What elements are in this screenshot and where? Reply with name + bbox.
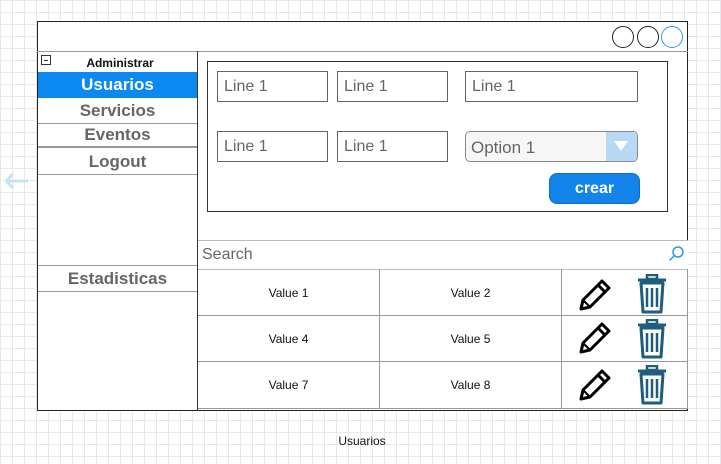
select-value: Option 1	[471, 138, 536, 157]
table-cell: Value 2	[450, 286, 491, 300]
option-select[interactable]: Option 1	[465, 131, 638, 162]
sidebar-item-eventos[interactable]: Eventos	[38, 124, 197, 148]
arrow-left-icon	[4, 172, 28, 190]
collapse-icon[interactable]	[41, 55, 51, 65]
text-field-1[interactable]: Line 1	[217, 71, 328, 102]
maximize-button[interactable]	[637, 26, 659, 48]
sidebar-item-estadisticas[interactable]: Estadisticas	[38, 266, 197, 292]
trash-icon[interactable]	[637, 319, 667, 359]
table-divider	[198, 361, 688, 362]
text-field-2[interactable]: Line 1	[337, 71, 448, 102]
chevron-down-icon	[606, 132, 637, 161]
search-icon[interactable]	[668, 246, 684, 262]
table-divider	[687, 269, 688, 409]
close-button[interactable]	[661, 26, 683, 48]
search-bar[interactable]	[198, 240, 688, 270]
table-divider	[198, 315, 688, 316]
trash-icon[interactable]	[637, 274, 667, 314]
table-cell: Value 1	[268, 286, 309, 300]
table-cell: Value 4	[268, 332, 309, 346]
text-field-5[interactable]: Line 1	[337, 131, 448, 162]
pencil-icon[interactable]	[578, 321, 612, 355]
text-field-3[interactable]: Line 1	[465, 71, 638, 102]
table-cell: Value 5	[450, 332, 491, 346]
sidebar-item-servicios[interactable]: Servicios	[38, 100, 197, 124]
table-divider	[561, 269, 562, 409]
pencil-icon[interactable]	[578, 368, 612, 402]
trash-icon[interactable]	[637, 365, 667, 405]
table-cell: Value 7	[268, 378, 309, 392]
page-caption: Usuarios	[338, 434, 386, 448]
create-button[interactable]: crear	[549, 173, 640, 204]
sidebar-item-usuarios[interactable]: Usuarios	[38, 72, 197, 98]
text-field-4[interactable]: Line 1	[217, 131, 328, 162]
search-input[interactable]: Search	[202, 246, 253, 264]
table-cell: Value 8	[450, 378, 491, 392]
table-divider	[198, 408, 688, 409]
title-bar	[37, 21, 688, 52]
sidebar-item-logout[interactable]: Logout	[38, 149, 197, 175]
minimize-button[interactable]	[612, 26, 634, 48]
sidebar-header: Administrar	[86, 56, 154, 70]
pencil-icon[interactable]	[578, 278, 612, 312]
